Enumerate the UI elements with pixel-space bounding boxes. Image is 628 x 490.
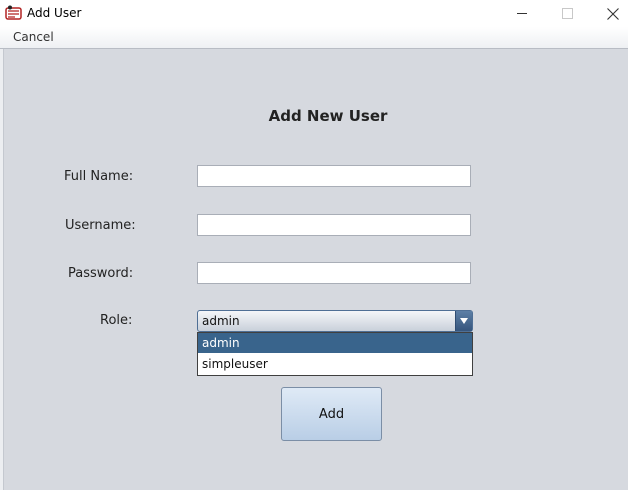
- password-label: Password:: [68, 266, 134, 281]
- username-field[interactable]: [197, 214, 471, 236]
- full-name-label: Full Name:: [64, 169, 134, 184]
- username-label: Username:: [65, 218, 136, 233]
- close-button[interactable]: [590, 0, 628, 27]
- app-logo-icon: [5, 5, 22, 21]
- menu-item-cancel[interactable]: Cancel: [13, 30, 54, 45]
- close-icon: [607, 7, 619, 20]
- role-option-simpleuser[interactable]: simpleuser: [198, 354, 472, 374]
- role-label: Role:: [100, 313, 133, 328]
- role-dropdown-list: admin simpleuser: [197, 332, 473, 376]
- window-left-edge: [0, 49, 4, 490]
- maximize-button[interactable]: [544, 0, 590, 27]
- menu-bar: Cancel: [0, 27, 628, 49]
- add-user-window: Add User Cancel Add New User Full Name: …: [0, 0, 628, 490]
- role-selected-value: admin: [202, 314, 240, 328]
- password-field[interactable]: [197, 262, 471, 284]
- title-bar[interactable]: Add User: [0, 0, 628, 27]
- minimize-button[interactable]: [499, 0, 545, 27]
- role-select[interactable]: admin: [197, 310, 473, 332]
- chevron-down-icon[interactable]: [455, 311, 472, 331]
- maximize-icon: [561, 8, 573, 19]
- form-heading: Add New User: [268, 107, 388, 125]
- add-button[interactable]: Add: [281, 387, 382, 441]
- role-option-admin[interactable]: admin: [198, 333, 472, 353]
- minimize-icon: [516, 8, 528, 19]
- full-name-field[interactable]: [197, 165, 471, 187]
- window-title: Add User: [27, 6, 82, 20]
